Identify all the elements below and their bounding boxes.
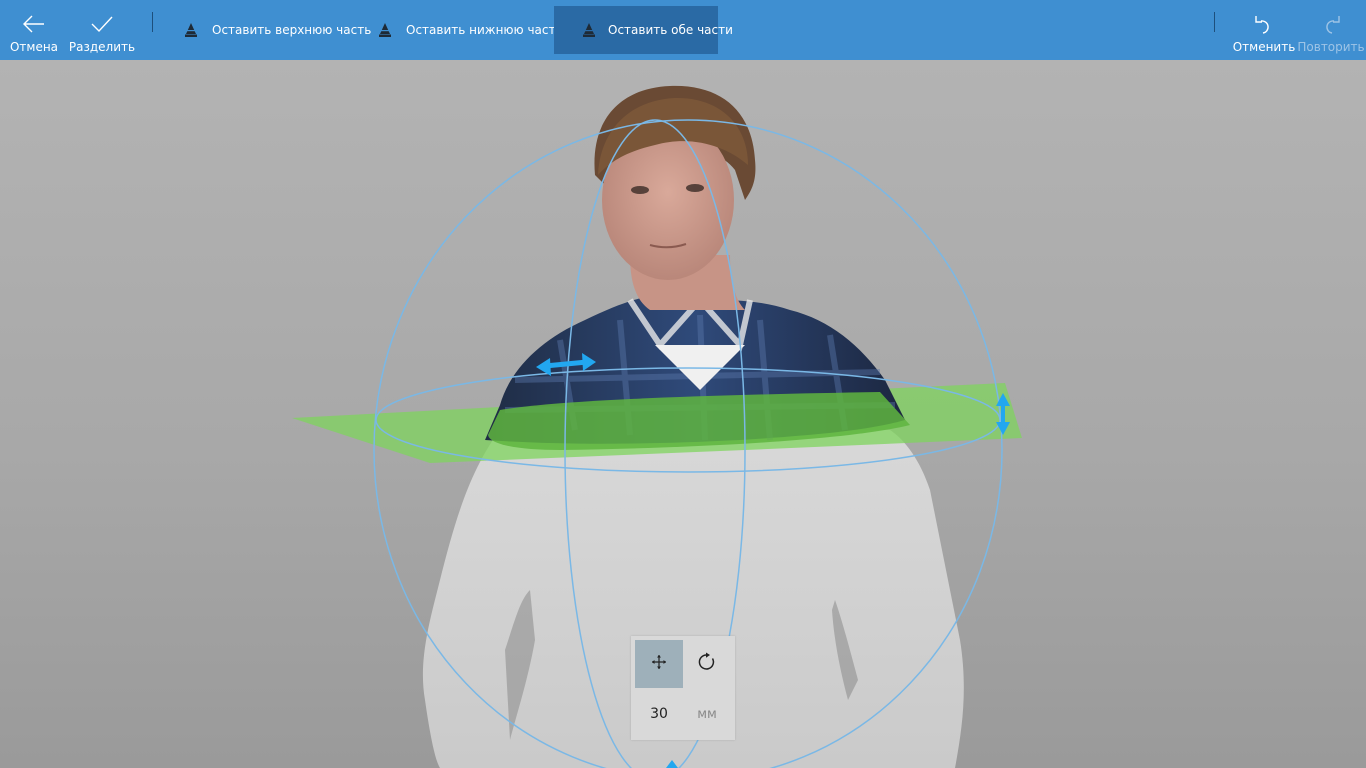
cone-bottom-icon [376, 21, 394, 39]
3d-viewport[interactable]: 30 мм [0, 60, 1366, 768]
cancel-label: Отмена [9, 40, 59, 54]
offset-unit: мм [697, 706, 717, 722]
arrow-left-icon [22, 12, 46, 36]
cone-top-icon [182, 21, 200, 39]
checkmark-icon [90, 12, 114, 36]
keep-bottom-label: Оставить нижнюю часть [406, 23, 563, 37]
redo-label: Повторить [1297, 40, 1365, 54]
offset-value[interactable]: 30 [635, 692, 683, 736]
mesh-eye-left [631, 186, 649, 194]
move-mode-button[interactable] [635, 640, 683, 688]
toolbar-separator [152, 12, 153, 32]
redo-button[interactable]: Повторить [1297, 0, 1365, 60]
rotate-icon [697, 652, 717, 676]
undo-button[interactable]: Отменить [1232, 0, 1296, 60]
cancel-button[interactable]: Отмена [10, 0, 58, 60]
keep-bottom-button[interactable]: Оставить нижнюю часть [348, 6, 577, 54]
redo-icon [1319, 12, 1343, 36]
undo-label: Отменить [1232, 40, 1296, 54]
keep-both-button[interactable]: Оставить обе части [554, 6, 733, 54]
rotate-mode-button[interactable] [683, 640, 731, 688]
cone-both-icon [582, 21, 596, 39]
split-label: Разделить [68, 40, 136, 54]
command-bar: Отмена Разделить Оставить верхнюю часть … [0, 0, 1366, 60]
transform-panel: 30 мм [631, 636, 735, 740]
undo-icon [1252, 12, 1276, 36]
split-button[interactable]: Разделить [68, 0, 136, 60]
mesh-eye-right [686, 184, 704, 192]
keep-both-label: Оставить обе части [608, 23, 733, 37]
toolbar-separator [1214, 12, 1215, 32]
move-arrows-icon [651, 654, 667, 674]
